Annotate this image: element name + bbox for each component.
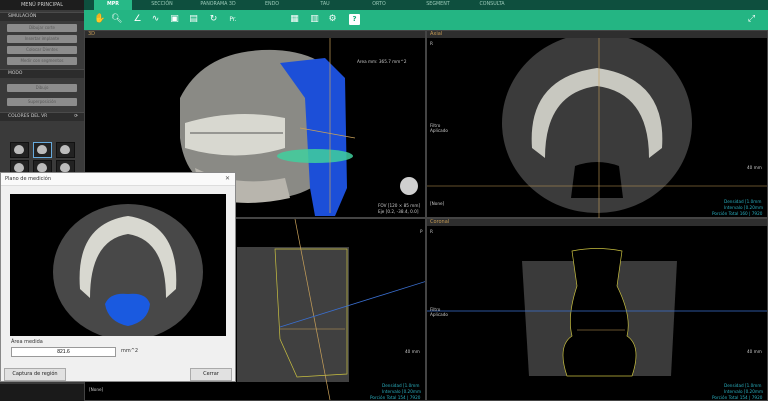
tab-panorama-3d[interactable]: PANORAMA 3D <box>192 0 244 10</box>
viewport-coronal-header <box>427 219 767 226</box>
orientation-head-icon[interactable] <box>400 177 418 195</box>
draw-mode-button[interactable]: Dibujo <box>7 84 77 92</box>
mode-header: MODO <box>0 69 84 78</box>
vr-preset-thumb-1[interactable] <box>10 142 29 158</box>
close-button[interactable]: Cerrar <box>190 368 232 381</box>
rotate-tool-icon[interactable]: ↻ <box>208 14 219 25</box>
coronal-filter-line2: Aplicado <box>430 312 448 317</box>
sagittal-info-total: Porción Total 154 | 7920 <box>370 395 421 400</box>
measure-segments-button[interactable]: Medir con segmentos <box>7 57 77 65</box>
viewport-coronal[interactable]: Coronal R Filtro Aplicado 40 mm Densidad… <box>426 218 768 401</box>
measured-area-label: Área medida <box>11 339 43 345</box>
vr-preset-thumb-3[interactable] <box>56 142 75 158</box>
refresh-icon[interactable]: ⟳ <box>74 113 78 121</box>
viewport-axial[interactable]: Axial R Filtro Aplicado 40 mm [None] Den… <box>426 30 768 218</box>
vr-colors-label: COLORES DEL VR <box>8 114 48 119</box>
help-icon[interactable]: ? <box>349 14 360 25</box>
measurement-slice-image <box>10 194 226 340</box>
viewport-axial-header <box>427 31 767 38</box>
axial-filter-line2: Aplicado <box>430 128 448 133</box>
viewport-coronal-label: Coronal <box>430 219 450 225</box>
coronal-slice-image <box>427 248 767 377</box>
axial-slice-image <box>427 38 767 218</box>
fov-text: FOV [120 × 85 mm] <box>378 203 421 208</box>
axial-preset: [None] <box>430 201 445 206</box>
sagittal-scale: 40 mm <box>405 349 420 354</box>
tab-seccion[interactable]: SECCIÓN <box>139 0 185 10</box>
coronal-info-total: Porción Total 154 | 7920 <box>712 395 763 400</box>
close-icon[interactable]: ✕ <box>225 175 230 182</box>
capture-tool-icon[interactable]: ▤ <box>188 14 199 25</box>
curve-tool-icon[interactable]: ∿ <box>150 14 161 25</box>
pan-hand-icon[interactable]: ✋ <box>94 14 105 25</box>
insert-implant-button[interactable]: Insertar implante <box>7 35 77 43</box>
dialog-title: Plano de medición <box>1 173 235 186</box>
sagittal-orientation-letter: P <box>420 229 423 234</box>
measured-area-text: Area mm: 365.7 mm^2 <box>357 59 407 64</box>
sagittal-info-interval: Intervalo [0.20mm <box>382 389 422 394</box>
viewport-3d-header <box>85 31 425 38</box>
place-teeth-button[interactable]: Colocar Dientes <box>7 46 77 54</box>
vr-preset-thumb-2[interactable] <box>33 142 52 158</box>
layout-icon[interactable]: ▥ <box>309 14 320 25</box>
overlay-mode-button[interactable]: Superposición <box>7 98 77 106</box>
axis-text: Eje [0.2, -38.4, 0.0] <box>378 209 419 214</box>
vr-colors-header: COLORES DEL VR ⟳ <box>0 112 84 121</box>
draw-cut-button[interactable]: Dibujar corte <box>7 24 77 32</box>
main-menu-title: MENÚ PRINCIPAL <box>0 0 84 10</box>
tool-toolbar: ✋ 🔍︎ ∠ ∿ ▣ ▤ ↻ Pr. ▦ ▥ ⚙ ? ⤢ <box>84 10 768 30</box>
measurement-slice-svg <box>53 204 203 340</box>
viewport-axial-label: Axial <box>430 31 443 37</box>
view-tab-bar: MPR SECCIÓN PANORAMA 3D ENDO TAU ORTO SE… <box>84 0 768 10</box>
sagittal-preset: [None] <box>89 387 104 392</box>
angle-tool-icon[interactable]: ∠ <box>132 14 143 25</box>
axial-info-interval: Intervalo [0.20mm <box>724 205 764 210</box>
capture-region-button[interactable]: Captura de región <box>4 368 66 381</box>
screen-capture-icon[interactable]: ▦ <box>289 14 300 25</box>
axial-scale: 40 mm <box>747 165 762 170</box>
coronal-info-density: Densidad [1.0mm <box>724 383 762 388</box>
fullscreen-icon[interactable]: ⤢ <box>746 14 757 25</box>
tab-tau[interactable]: TAU <box>309 0 341 10</box>
simulation-header: SIMULACIÓN <box>0 12 84 21</box>
zoom-icon[interactable]: 🔍︎ <box>111 14 122 25</box>
settings-icon[interactable]: ⚙ <box>327 14 338 25</box>
tab-orto[interactable]: ORTO <box>359 0 399 10</box>
measured-area-field[interactable] <box>11 347 116 357</box>
coronal-info-interval: Intervalo [0.20mm <box>724 389 764 394</box>
coronal-scale: 40 mm <box>747 349 762 354</box>
tab-segment[interactable]: SEGMENT <box>414 0 462 10</box>
area-unit-label: mm^2 <box>121 348 139 354</box>
axial-info-density: Densidad [1.0mm <box>724 199 762 204</box>
image-tool-icon[interactable]: ▣ <box>169 14 180 25</box>
viewport-3d-label: 3D <box>88 31 96 37</box>
axial-info-total: Porción Total 160 | 7920 <box>712 211 763 216</box>
zoom-level-text[interactable]: Pr. <box>224 14 242 25</box>
tab-mpr[interactable]: MPR <box>94 0 132 10</box>
tab-consulta[interactable]: CONSULTA <box>467 0 517 10</box>
tab-endo[interactable]: ENDO <box>252 0 292 10</box>
sagittal-info-density: Densidad [1.0mm <box>382 383 420 388</box>
sidebar-footer <box>0 384 84 401</box>
